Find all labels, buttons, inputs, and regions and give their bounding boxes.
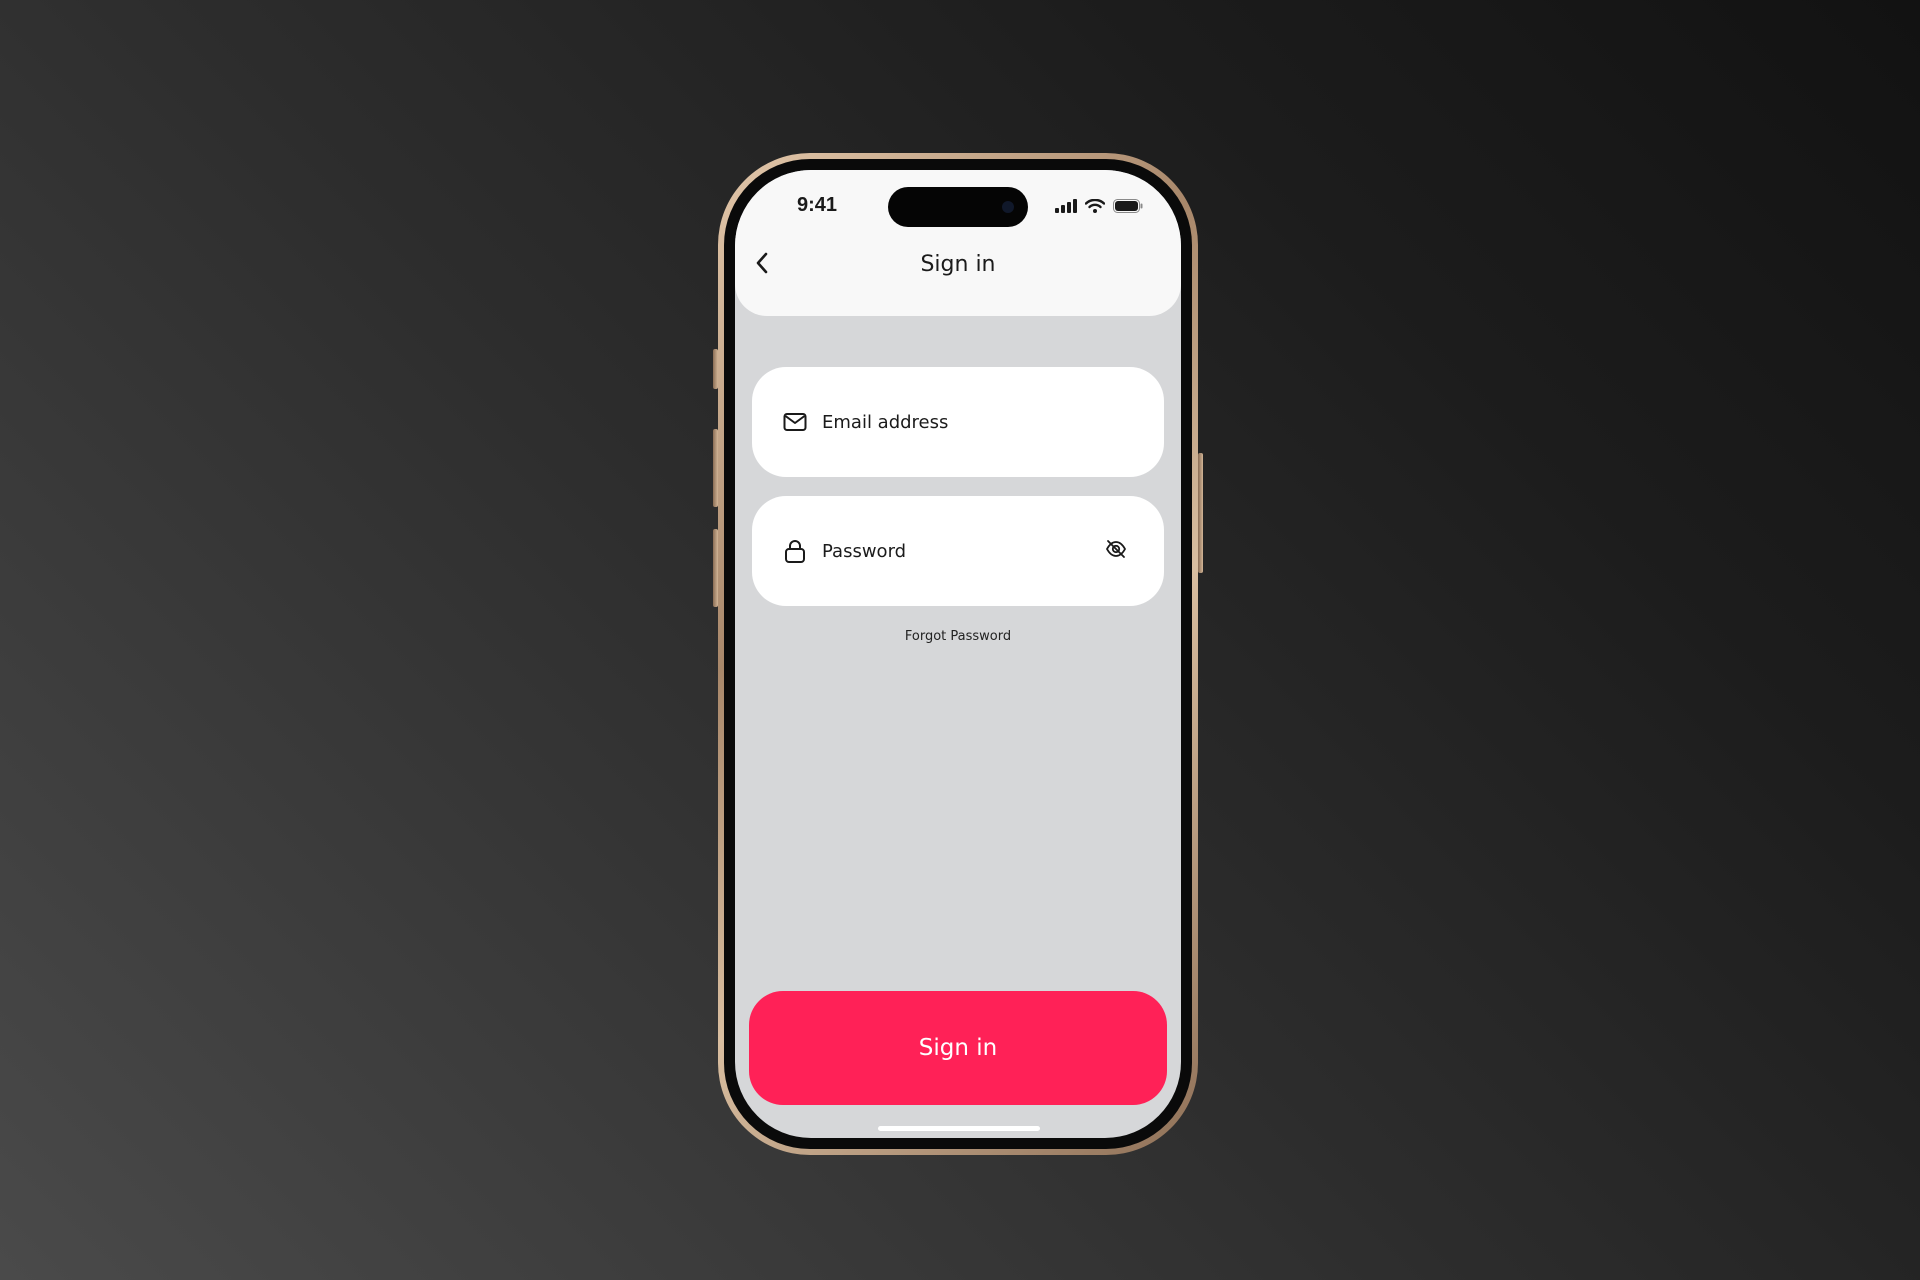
- eye-off-icon: [1105, 539, 1127, 563]
- email-field[interactable]: [752, 367, 1164, 477]
- side-button-action: [713, 349, 718, 389]
- side-button-power: [1198, 453, 1203, 573]
- mail-icon: [782, 409, 808, 435]
- dynamic-island: [888, 187, 1028, 227]
- lock-icon: [782, 538, 808, 564]
- phone-frame: 9:41 Sign in Email address Forgot Passwo…: [713, 153, 1203, 1155]
- camera-icon: [1002, 201, 1014, 213]
- screen: 9:41 Sign in Email address Forgot Passwo…: [735, 170, 1181, 1138]
- page-title: Sign in: [920, 252, 996, 277]
- email-input[interactable]: [822, 411, 1082, 433]
- status-icons: [1055, 198, 1143, 217]
- toggle-password-visibility-button[interactable]: [1102, 537, 1130, 565]
- cellular-signal-icon: [1055, 198, 1077, 217]
- home-indicator: [878, 1126, 1040, 1131]
- side-button-volume-up: [713, 429, 718, 507]
- side-button-volume-down: [713, 529, 718, 607]
- password-input[interactable]: [822, 540, 1082, 562]
- password-field[interactable]: [752, 496, 1164, 606]
- header: 9:41 Sign in: [735, 170, 1181, 316]
- battery-icon: [1113, 198, 1143, 217]
- sign-in-button[interactable]: Sign in: [749, 991, 1167, 1105]
- wifi-icon: [1084, 198, 1106, 217]
- phone-bezel: 9:41 Sign in Email address Forgot Passwo…: [724, 159, 1192, 1149]
- status-time: 9:41: [797, 194, 838, 216]
- forgot-password-link[interactable]: Forgot Password: [735, 629, 1181, 644]
